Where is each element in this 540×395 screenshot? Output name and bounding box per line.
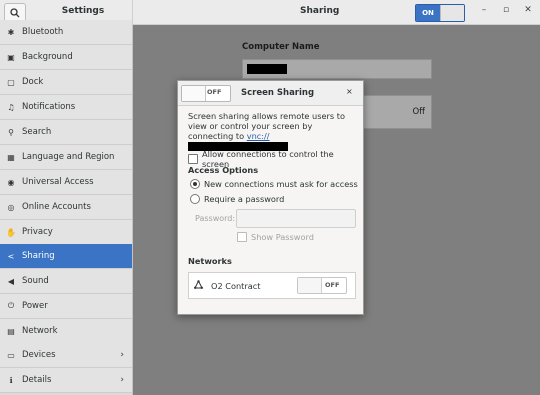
sidebar-item-universal-access[interactable]: ◉ Universal Access [0, 170, 132, 195]
show-password-option[interactable]: Show Password [237, 232, 314, 242]
bluetooth-icon: ✱ [7, 27, 15, 37]
chevron-right-icon: › [120, 375, 124, 385]
sidebar-item-label: Notifications [22, 102, 76, 112]
status-text: Off [412, 107, 425, 117]
sidebar-item-privacy[interactable]: ✋ Privacy [0, 220, 132, 245]
sidebar-item-label: Search [22, 127, 52, 137]
language-icon: ▦ [7, 152, 15, 162]
accessibility-icon: ◉ [7, 177, 15, 187]
password-label: Password: [195, 214, 236, 223]
dialog-description: Screen sharing allows remote users to vi… [188, 111, 356, 151]
online-accounts-icon: ◎ [7, 202, 15, 212]
switch-on-label: ON [416, 5, 440, 21]
sidebar-item-label: Privacy [22, 227, 53, 237]
sidebar-item-label: Bluetooth [22, 27, 64, 37]
search-icon [10, 8, 20, 18]
sidebar-item-sound[interactable]: ◀ Sound [0, 269, 132, 294]
password-input[interactable] [236, 209, 356, 228]
sidebar-item-label: Language and Region [22, 152, 115, 162]
sidebar-item-label: Sharing [22, 251, 55, 261]
sidebar-item-label: Online Accounts [22, 202, 91, 212]
network-switch[interactable]: OFF [297, 277, 347, 294]
screen-sharing-switch[interactable]: OFF [181, 85, 231, 102]
sidebar-item-background[interactable]: ▣ Background [0, 45, 132, 70]
require-password-label: Require a password [204, 194, 285, 204]
sidebar: ✱ Bluetooth ▣ Background ▢ Dock ♫ Notifications… [0, 20, 133, 395]
sidebar-item-dock[interactable]: ▢ Dock [0, 70, 132, 95]
networks-heading: Networks [188, 256, 232, 266]
access-options-heading: Access Options [188, 165, 259, 175]
sidebar-item-label: Devices [22, 350, 56, 360]
sidebar-item-label: Network [22, 326, 58, 336]
sidebar-item-sharing[interactable]: < Sharing [0, 244, 132, 269]
sidebar-item-label: Background [22, 52, 73, 62]
titlebar-divider [132, 0, 133, 24]
sidebar-item-notifications[interactable]: ♫ Notifications [0, 95, 132, 120]
switch-knob [182, 86, 206, 101]
devices-icon: ▭ [7, 350, 15, 360]
sidebar-item-search[interactable]: ⚲ Search [0, 120, 132, 145]
hand-icon: ✋ [6, 227, 16, 237]
require-password-radio[interactable] [190, 194, 200, 204]
sharing-master-switch[interactable]: ON [415, 4, 465, 22]
sidebar-item-label: Sound [22, 276, 49, 286]
close-window-button[interactable]: ✕ [522, 5, 534, 15]
speaker-icon: ◀ [7, 276, 15, 286]
settings-title: Settings [61, 6, 105, 16]
sidebar-item-devices[interactable]: ▭ Devices › [0, 343, 132, 368]
details-icon: ℹ [9, 375, 13, 385]
sidebar-item-label: Dock [22, 77, 44, 87]
show-password-label: Show Password [251, 232, 314, 242]
sidebar-item-language-and-region[interactable]: ▦ Language and Region [0, 145, 132, 170]
must-ask-radio[interactable] [190, 179, 200, 189]
network-name: O2 Contract [211, 281, 261, 291]
show-password-checkbox[interactable] [237, 232, 247, 242]
network-icon [194, 280, 203, 289]
switch-knob [440, 5, 464, 21]
sidebar-item-label: Details [22, 375, 52, 385]
switch-off-label: OFF [325, 281, 340, 289]
dock-icon: ▢ [7, 77, 15, 87]
power-icon: ⏻ [7, 301, 15, 310]
share-icon: < [7, 251, 15, 261]
allow-control-checkbox[interactable] [188, 154, 198, 164]
require-password-option[interactable]: Require a password [190, 194, 284, 204]
sidebar-item-online-accounts[interactable]: ◎ Online Accounts [0, 195, 132, 220]
screen-sharing-dialog: OFF Screen Sharing × Screen sharing allo… [177, 80, 364, 315]
vnc-link[interactable]: vnc:// [247, 131, 270, 141]
redacted-name [247, 64, 287, 74]
computer-name-field[interactable] [242, 59, 432, 79]
switch-off-label: OFF [207, 88, 222, 96]
sidebar-item-network[interactable]: ▤ Network [0, 319, 132, 344]
bell-icon: ♫ [7, 102, 15, 112]
search-icon: ⚲ [8, 127, 14, 137]
network-icon: ▤ [7, 326, 15, 336]
maximize-button[interactable]: ▫ [500, 5, 512, 15]
computer-name-label: Computer Name [242, 42, 320, 52]
must-ask-label: New connections must ask for access [204, 179, 358, 189]
page-title: Sharing [300, 6, 340, 16]
sidebar-item-details[interactable]: ℹ Details › [0, 368, 132, 393]
network-row: O2 Contract OFF [188, 272, 356, 299]
sidebar-item-power[interactable]: ⏻ Power [0, 294, 132, 319]
chevron-right-icon: › [120, 350, 124, 360]
sidebar-item-bluetooth[interactable]: ✱ Bluetooth [0, 20, 132, 45]
close-icon[interactable]: × [346, 87, 353, 96]
switch-knob [298, 278, 322, 293]
minimize-button[interactable]: – [478, 5, 490, 15]
dialog-header: OFF Screen Sharing × [178, 81, 363, 106]
sidebar-item-label: Universal Access [22, 177, 94, 187]
background-icon: ▣ [7, 52, 15, 62]
dialog-title: Screen Sharing [241, 88, 315, 98]
must-ask-option[interactable]: New connections must ask for access [190, 179, 358, 189]
sharing-row-status[interactable]: Off [362, 95, 432, 129]
sidebar-item-label: Power [22, 301, 48, 311]
